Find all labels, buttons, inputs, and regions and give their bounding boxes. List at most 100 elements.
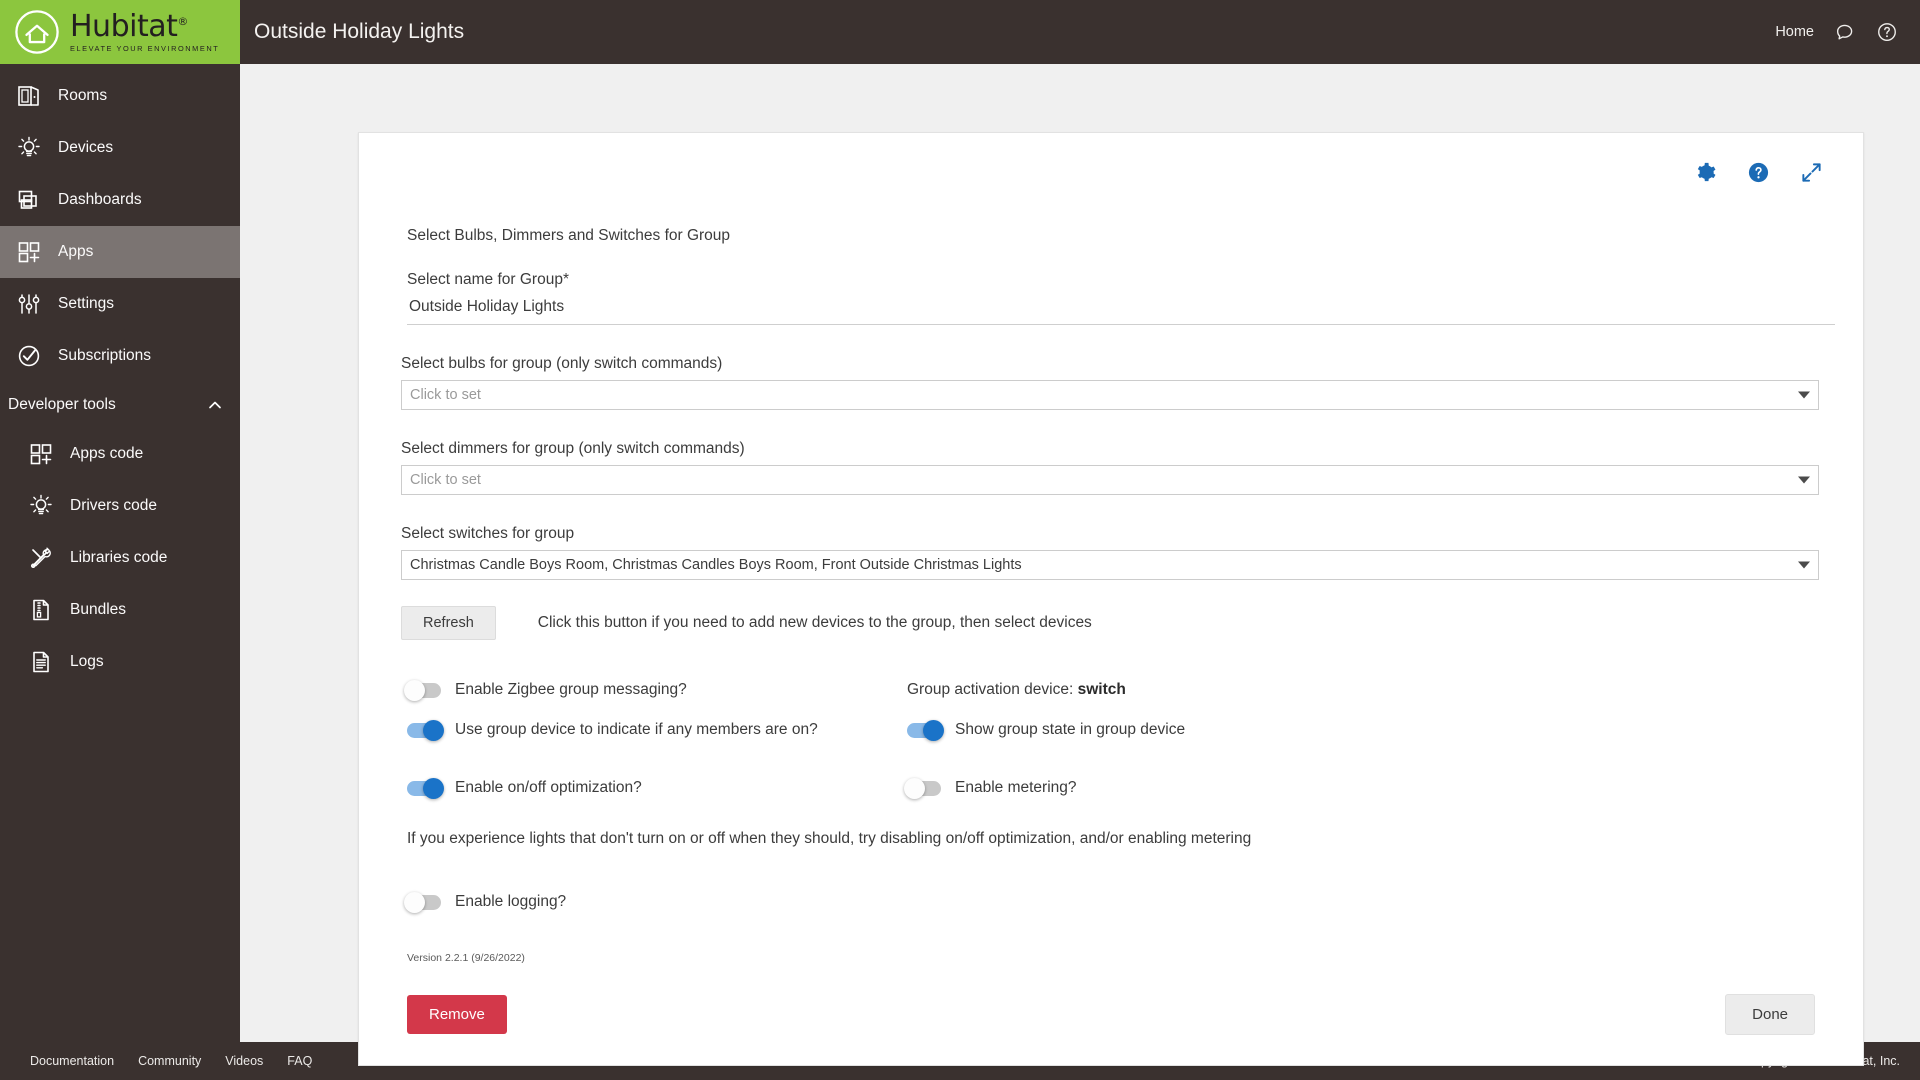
toggle-row-group-state: Use group device to indicate if any memb… xyxy=(407,710,1837,750)
apps-grid-icon xyxy=(30,444,52,465)
group-activation-value: switch xyxy=(1077,681,1126,698)
group-device-indicate-label: Use group device to indicate if any memb… xyxy=(455,721,818,738)
group-activation-device: Group activation device: switch xyxy=(907,681,1126,699)
lightbulb-icon xyxy=(18,136,40,157)
toggle-logging[interactable]: Enable logging? xyxy=(404,891,567,913)
toggle-show-group-state[interactable]: Show group state in group device xyxy=(907,719,1186,741)
page-title: Outside Holiday Lights xyxy=(254,20,465,43)
logging-toggle[interactable] xyxy=(404,891,441,913)
check-circle-icon xyxy=(18,345,40,367)
toggle-knob xyxy=(423,777,444,799)
sidebar-item-subscriptions[interactable]: Subscriptions xyxy=(0,330,240,382)
zip-file-icon xyxy=(33,599,49,621)
chat-bubble-icon[interactable] xyxy=(1834,21,1856,43)
footer-link-faq[interactable]: FAQ xyxy=(287,1054,312,1068)
group-device-indicate-toggle[interactable] xyxy=(407,719,444,741)
bulbs-field: Select bulbs for group (only switch comm… xyxy=(401,355,1837,410)
header-actions: Home xyxy=(1775,21,1898,43)
toggle-row-optimization: Enable on/off optimization? Enable meter… xyxy=(407,768,1837,808)
version-text: Version 2.2.1 (9/26/2022) xyxy=(407,952,525,964)
logging-label: Enable logging? xyxy=(455,893,567,910)
sidebar-item-apps-code[interactable]: Apps code xyxy=(12,428,240,480)
hubitat-house-logo-icon xyxy=(15,10,59,54)
sidebar-item-label: Devices xyxy=(58,139,114,156)
toggle-knob xyxy=(404,891,425,913)
switches-select-value[interactable]: Christmas Candle Boys Room, Christmas Ca… xyxy=(401,550,1819,580)
remove-button[interactable]: Remove xyxy=(407,995,507,1034)
sidebar-item-dashboards[interactable]: Dashboards xyxy=(0,174,240,226)
onoff-optimization-label: Enable on/off optimization? xyxy=(455,779,642,796)
sidebar-item-settings[interactable]: Settings xyxy=(0,278,240,330)
group-name-input[interactable] xyxy=(407,296,1835,325)
toggle-knob xyxy=(404,679,425,701)
page-header: Outside Holiday Lights Home xyxy=(240,0,1920,64)
switches-select[interactable]: Christmas Candle Boys Room, Christmas Ca… xyxy=(401,550,1819,580)
gear-icon[interactable] xyxy=(1694,161,1717,184)
toggle-grid: Enable Zigbee group messaging? Group act… xyxy=(404,670,1837,808)
sidebar-item-bundles[interactable]: Bundles xyxy=(12,584,240,636)
app-settings-card: Select Bulbs, Dimmers and Switches for G… xyxy=(358,132,1864,1066)
top-row: Hubitat® ELEVATE YOUR ENVIRONMENT Outsid… xyxy=(0,0,1920,64)
sidebar-item-label: Bundles xyxy=(70,601,127,618)
sidebar-item-logs[interactable]: Logs xyxy=(12,636,240,688)
help-circle-icon[interactable] xyxy=(1876,21,1898,43)
footer-link-videos[interactable]: Videos xyxy=(225,1054,263,1068)
footer-links: Documentation Community Videos FAQ xyxy=(20,1054,312,1068)
sidebar-item-libraries-code[interactable]: Libraries code xyxy=(12,532,240,584)
group-name-field: Select name for Group* xyxy=(407,271,1837,325)
show-group-state-toggle[interactable] xyxy=(907,719,944,741)
dashboards-windows-icon xyxy=(18,190,37,209)
toggle-metering[interactable]: Enable metering? xyxy=(904,777,1077,799)
rooms-door-icon xyxy=(18,86,39,106)
chevron-up-icon[interactable] xyxy=(206,396,224,414)
sidebar-section-developer-tools[interactable]: Developer tools xyxy=(0,382,240,428)
sidebar-subitems: Apps code Drivers code Libraries code Bu… xyxy=(0,428,240,688)
help-circle-filled-icon[interactable] xyxy=(1747,161,1770,184)
tools-wrench-screwdriver-icon xyxy=(30,547,51,569)
zigbee-toggle[interactable] xyxy=(404,679,441,701)
card-toolbar xyxy=(385,147,1837,191)
toggle-zigbee[interactable]: Enable Zigbee group messaging? xyxy=(404,679,907,701)
dimmers-select-value[interactable]: Click to set xyxy=(401,465,1819,495)
metering-label: Enable metering? xyxy=(955,779,1077,796)
toggle-row-zigbee: Enable Zigbee group messaging? Group act… xyxy=(404,670,1837,710)
sidebar-item-label: Apps code xyxy=(70,445,144,462)
main-content: Select Bulbs, Dimmers and Switches for G… xyxy=(240,64,1920,1066)
done-button[interactable]: Done xyxy=(1725,994,1815,1035)
footer-link-documentation[interactable]: Documentation xyxy=(30,1054,114,1068)
section-title: Select Bulbs, Dimmers and Switches for G… xyxy=(407,227,731,244)
sidebar-item-devices[interactable]: Devices xyxy=(0,122,240,174)
sidebar-item-apps[interactable]: Apps xyxy=(0,226,240,278)
brand-name: Hubitat xyxy=(70,8,178,44)
metering-toggle[interactable] xyxy=(904,777,941,799)
sidebar-item-drivers-code[interactable]: Drivers code xyxy=(12,480,240,532)
group-activation-prefix: Group activation device: xyxy=(907,681,1078,698)
toggle-knob xyxy=(923,719,944,741)
footer-link-community[interactable]: Community xyxy=(138,1054,201,1068)
sidebar-item-rooms[interactable]: Rooms xyxy=(0,70,240,122)
expand-arrows-icon[interactable] xyxy=(1800,161,1823,184)
lightbulb-icon xyxy=(30,494,52,515)
refresh-button[interactable]: Refresh xyxy=(401,606,496,640)
hubitat-app: Hubitat® ELEVATE YOUR ENVIRONMENT Outsid… xyxy=(0,0,1920,1080)
sidebar-item-label: Subscriptions xyxy=(58,347,152,364)
sidebar: Rooms Devices Dashboards Apps Settings S… xyxy=(0,64,240,1042)
brand-logo[interactable]: Hubitat® ELEVATE YOUR ENVIRONMENT xyxy=(0,0,240,64)
brand-tagline: ELEVATE YOUR ENVIRONMENT xyxy=(70,43,220,53)
switches-field: Select switches for group Christmas Cand… xyxy=(401,525,1837,580)
brand-wordmark: Hubitat® ELEVATE YOUR ENVIRONMENT xyxy=(70,8,220,53)
dimmers-select[interactable]: Click to set xyxy=(401,465,1819,495)
bulbs-select[interactable]: Click to set xyxy=(401,380,1819,410)
switches-label: Select switches for group xyxy=(401,525,575,542)
sidebar-section-label: Developer tools xyxy=(8,396,116,413)
home-link[interactable]: Home xyxy=(1775,24,1814,40)
onoff-optimization-toggle[interactable] xyxy=(407,777,444,799)
sidebar-item-label: Logs xyxy=(70,653,104,670)
bulbs-select-value[interactable]: Click to set xyxy=(401,380,1819,410)
sidebar-item-label: Libraries code xyxy=(70,549,168,566)
dimmers-label: Select dimmers for group (only switch co… xyxy=(401,440,745,457)
show-group-state-label: Show group state in group device xyxy=(955,721,1186,738)
toggle-group-device-indicate[interactable]: Use group device to indicate if any memb… xyxy=(407,719,907,741)
toggle-onoff-optimization[interactable]: Enable on/off optimization? xyxy=(407,777,907,799)
refresh-row: Refresh Click this button if you need to… xyxy=(401,606,1837,640)
